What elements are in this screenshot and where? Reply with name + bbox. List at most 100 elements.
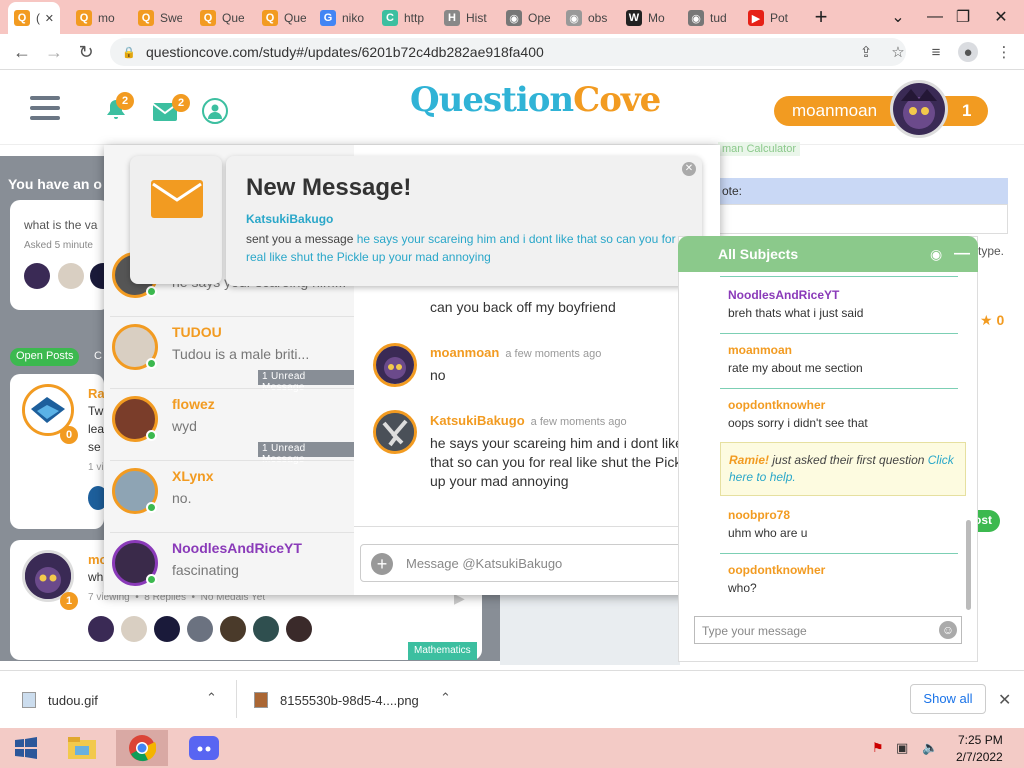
chat-input[interactable]: Type your message ☺	[694, 616, 962, 644]
media-control-icon[interactable]: ≡	[926, 42, 946, 62]
browser-tab[interactable]: ◉ tud	[682, 4, 738, 32]
conversation-item[interactable]: TUDOU Tudou is a male briti... 1 Unread Me…	[110, 318, 354, 393]
chat-system-message[interactable]: Ramie! just asked their first question C…	[720, 442, 966, 496]
message-input[interactable]: + Message @KatsukiBakugo ☺	[360, 544, 712, 582]
user-avatar[interactable]	[890, 80, 948, 138]
file-explorer-icon[interactable]	[56, 730, 108, 766]
browser-tab[interactable]: ◉ Ope	[500, 4, 556, 32]
show-all-button[interactable]: Show all	[910, 684, 986, 714]
back-arrow-icon[interactable]: ←	[10, 40, 34, 64]
reload-icon[interactable]: ↻	[74, 40, 98, 64]
add-attachment-icon[interactable]: +	[371, 553, 393, 575]
chat-text: who?	[728, 581, 757, 595]
windows-start-icon[interactable]	[0, 730, 52, 766]
download-menu-chevron-icon[interactable]: ⌃	[206, 690, 217, 706]
question-card-1[interactable]: what is the va Asked 5 minute	[10, 200, 116, 310]
thread-username: KatsukiBakugo a few moments ago	[430, 413, 627, 428]
bookmark-star-icon[interactable]: ☆	[888, 42, 908, 62]
conversation-item[interactable]: NoodlesAndRiceYT fascinating	[110, 534, 354, 604]
close-tab-icon[interactable]: ✕	[45, 12, 54, 25]
browser-tab[interactable]: Q Swe	[132, 4, 190, 32]
profile-user-icon[interactable]	[202, 98, 228, 124]
chat-username[interactable]: noobpro78	[728, 508, 958, 522]
browser-tab[interactable]: Q (✕	[8, 2, 60, 34]
subject-tag[interactable]: Mathematics	[408, 642, 477, 660]
tab-favicon-icon: ▶	[748, 10, 764, 26]
hamburger-menu-icon[interactable]	[30, 96, 60, 120]
conversation-item[interactable]: flowez wyd 1 Unread Message	[110, 390, 354, 465]
browser-tab[interactable]: Chttp	[376, 4, 434, 32]
thread-username: moanmoan a few moments ago	[430, 345, 602, 360]
browser-tab[interactable]: Qmo	[70, 4, 128, 32]
chat-divider	[720, 553, 958, 554]
open-posts-tab[interactable]: Open Posts	[10, 348, 80, 366]
browser-tab[interactable]: Q Que	[194, 4, 252, 32]
conversation-divider	[110, 532, 354, 533]
chat-username[interactable]: oopdontknowher	[728, 563, 958, 577]
download-item[interactable]: tudou.gif	[22, 690, 98, 710]
chat-username[interactable]: oopdontknowher	[728, 398, 958, 412]
chat-header[interactable]: All Subjects ◉ —	[678, 236, 978, 272]
browser-tab[interactable]: H Hist	[438, 4, 496, 32]
chat-emoji-icon[interactable]: ☺	[939, 621, 957, 639]
close-window-button[interactable]: ✕	[978, 0, 1024, 34]
download-item[interactable]: 8155530b-98d5-4....png	[254, 690, 419, 710]
post-author: Ra	[88, 386, 105, 401]
volume-muted-icon[interactable]: 🔈	[922, 740, 938, 756]
chat-title: All Subjects	[718, 246, 799, 262]
notification-sender[interactable]: KatsukiBakugo	[246, 212, 333, 226]
post-line: se	[88, 440, 101, 454]
chat-message: oopdontknowher oops sorry i didn't see th…	[728, 398, 958, 430]
browser-tab[interactable]: W Mo	[620, 4, 678, 32]
notification-close-icon[interactable]: ✕	[682, 162, 696, 176]
browser-tab[interactable]: ▶ Pot	[742, 4, 800, 32]
calculator-link[interactable]: man Calculator	[718, 142, 800, 156]
image-file-icon	[254, 692, 268, 708]
viewer-avatar[interactable]	[286, 616, 312, 642]
chat-text: uhm who are u	[728, 526, 808, 540]
close-downloads-icon[interactable]: ✕	[998, 690, 1011, 710]
browser-tab[interactable]: Q Que	[256, 4, 312, 32]
viewer-avatar[interactable]	[88, 616, 114, 642]
conversation-item[interactable]: XLynx no.	[110, 462, 354, 533]
hide-eye-icon[interactable]: ◉	[930, 246, 942, 263]
viewer-avatar[interactable]	[121, 616, 147, 642]
forward-arrow-icon[interactable]: →	[42, 40, 66, 64]
url-bar[interactable]: 🔒 questioncove.com/study#/updates/6201b7…	[110, 38, 906, 66]
tab-favicon-icon: Q	[262, 10, 278, 26]
tab-search-icon[interactable]: ⌄	[878, 0, 918, 34]
browser-tab[interactable]: Gniko	[314, 4, 372, 32]
post-card-1[interactable]: 0 Ra Tw lea se 1 vi	[10, 374, 108, 529]
tab-title: niko	[342, 11, 364, 25]
discord-icon[interactable]	[178, 730, 230, 766]
chat-scrollbar[interactable]	[966, 520, 971, 610]
viewer-avatar[interactable]	[154, 616, 180, 642]
minimize-chat-icon[interactable]: —	[954, 245, 970, 263]
download-menu-chevron-icon[interactable]: ⌃	[440, 690, 451, 706]
network-icon[interactable]: ▣	[896, 740, 908, 756]
browser-menu-icon[interactable]: ⋮	[994, 42, 1014, 62]
online-status-dot	[146, 358, 157, 369]
user-score-pill[interactable]: moanmoan 1	[774, 96, 988, 126]
clock-time[interactable]: 7:25 PM	[958, 733, 1003, 747]
viewer-avatar[interactable]	[220, 616, 246, 642]
feed-tab-2[interactable]: C	[94, 350, 102, 362]
conversation-preview: no.	[172, 490, 192, 506]
chat-username[interactable]: moanmoan	[728, 343, 958, 357]
viewer-avatar[interactable]	[253, 616, 279, 642]
share-icon[interactable]: ⇪	[856, 42, 876, 62]
action-center-flag-icon[interactable]: ⚑	[872, 740, 884, 756]
profile-icon[interactable]: ●	[958, 42, 978, 62]
new-tab-button[interactable]: +	[808, 4, 834, 30]
online-status-dot	[146, 286, 157, 297]
restore-button[interactable]: ❐	[946, 0, 980, 34]
viewer-avatar[interactable]	[187, 616, 213, 642]
note-box[interactable]	[718, 204, 1008, 234]
chrome-icon[interactable]	[116, 730, 168, 766]
new-message-notification[interactable]: New Message! KatsukiBakugo sent you a me…	[226, 156, 702, 286]
browser-tab[interactable]: ◉ obs	[560, 4, 616, 32]
notification-icon-box	[130, 156, 222, 284]
clock-date[interactable]: 2/7/2022	[956, 750, 1003, 764]
chat-username[interactable]: NoodlesAndRiceYT	[728, 288, 958, 302]
questioncove-logo[interactable]: QuestionCove	[410, 80, 661, 136]
